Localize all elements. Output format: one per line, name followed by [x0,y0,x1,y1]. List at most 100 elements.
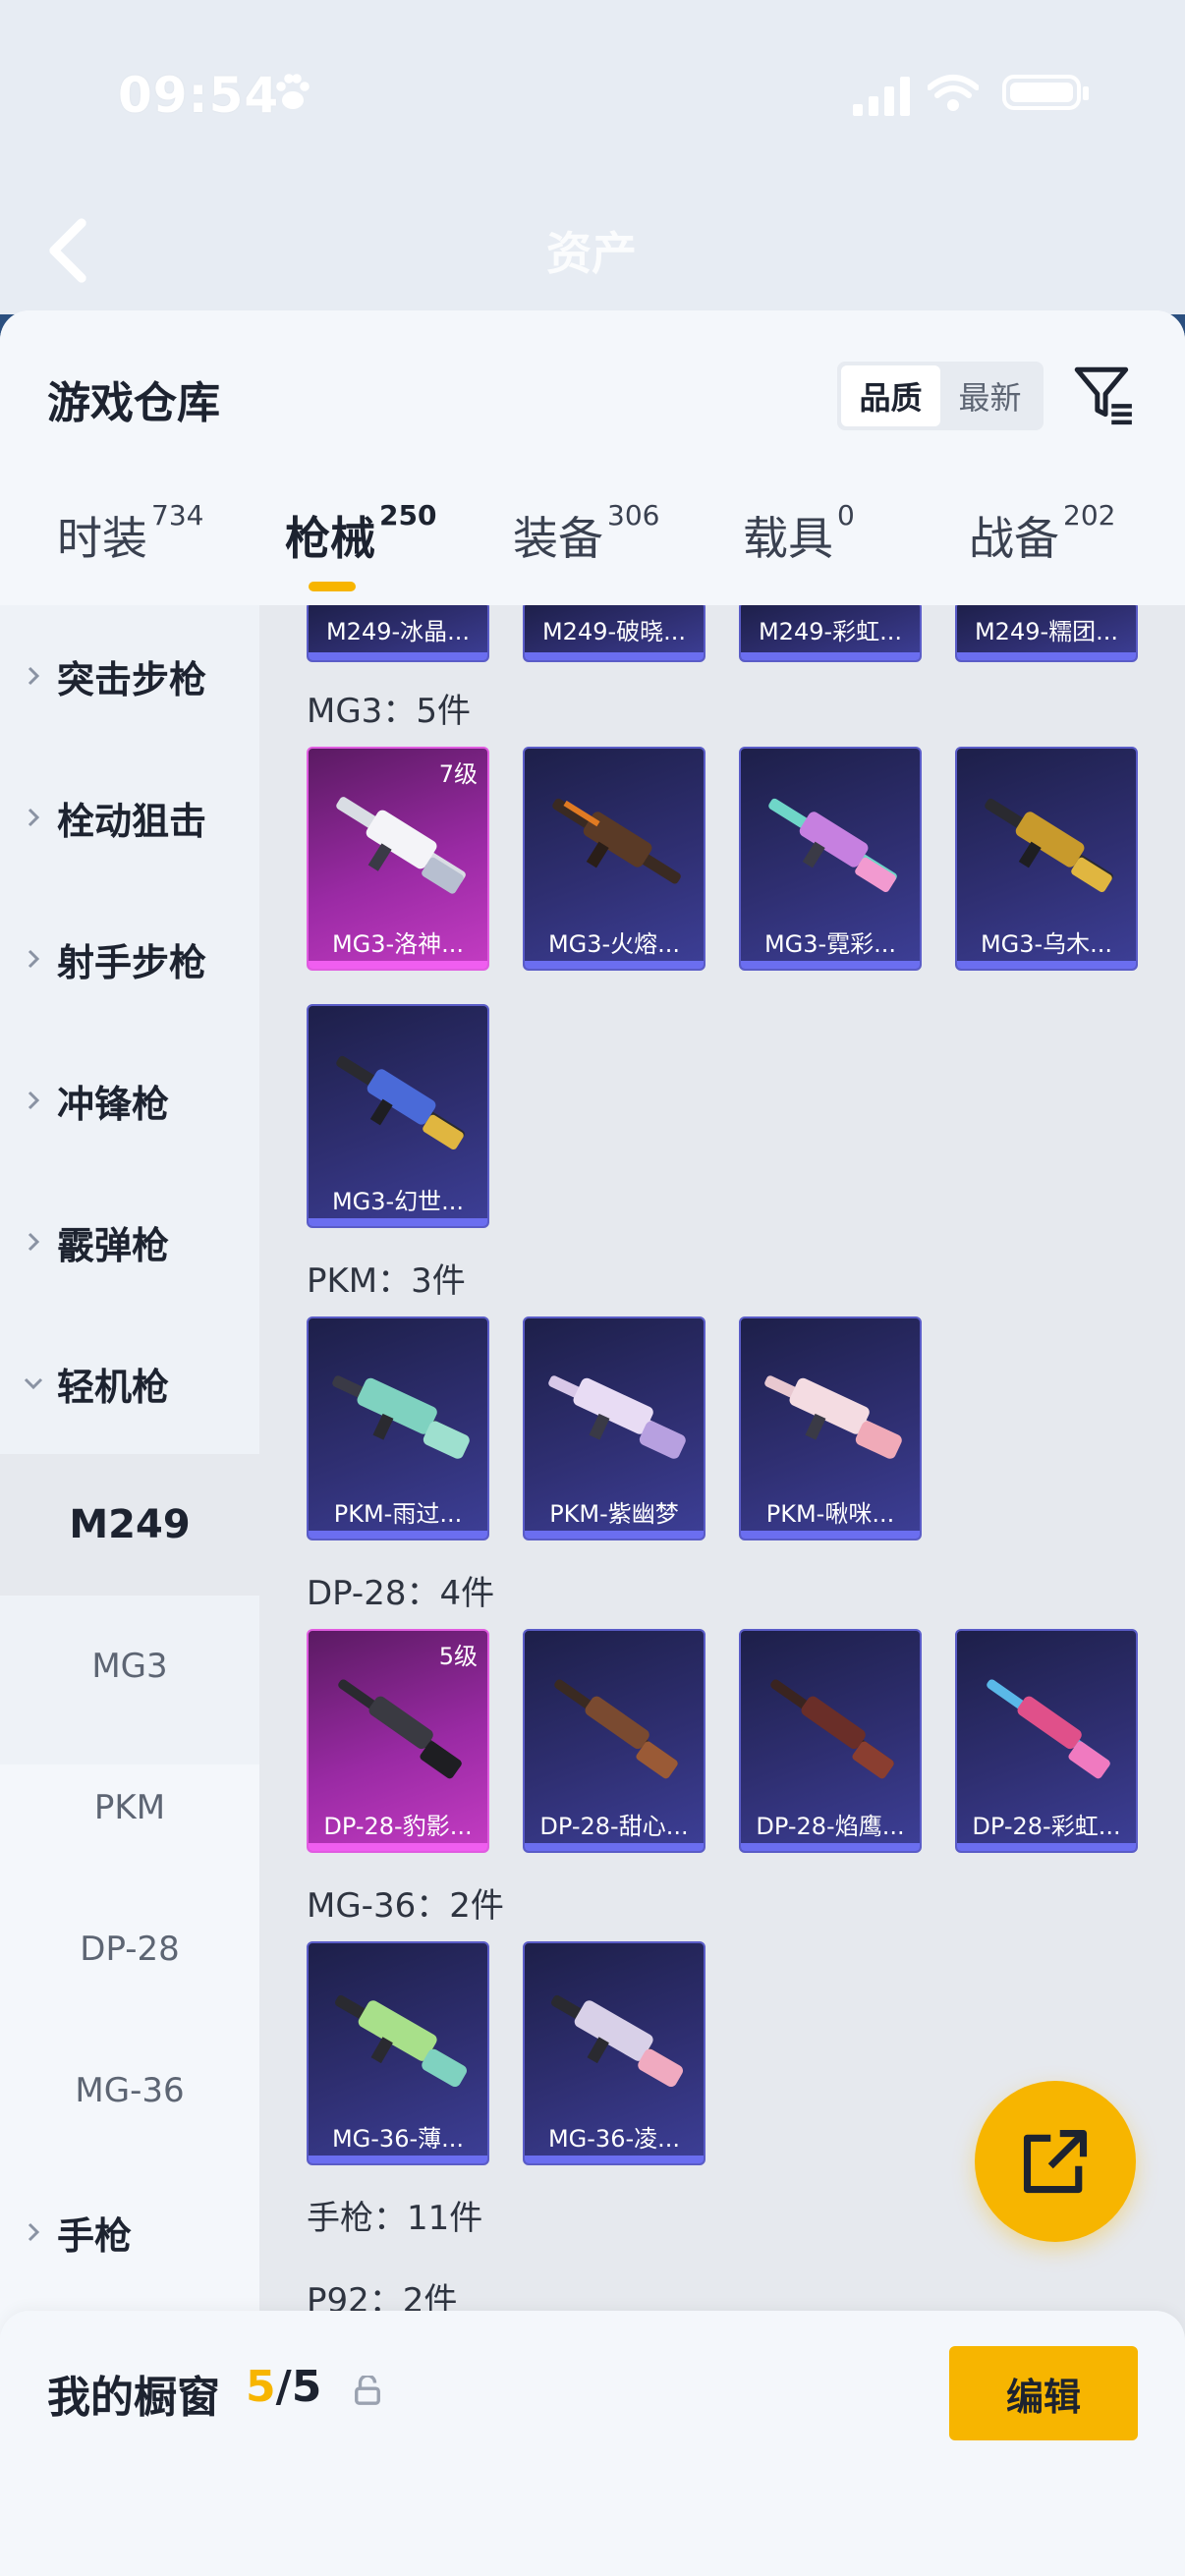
weapon-name: PKM-啾咪... [765,1500,895,1528]
tab-count: 306 [607,499,660,532]
weapon-card[interactable]: MG-36-凌... [523,1941,705,2165]
sidebar-cat-marksman[interactable]: 射手步枪 [0,888,259,1030]
sidebar-sub-dp28[interactable]: DP-28 [0,1878,259,2020]
sidebar-cat-label: 手枪 [57,2213,133,2258]
share-button[interactable] [975,2081,1136,2242]
weapon-name: DP-28-彩虹... [972,1813,1121,1840]
filter-icon[interactable] [1071,362,1136,426]
showcase-total: 5 [291,2362,322,2412]
sort-toggle: 品质 最新 [837,362,1044,430]
gun-icon [332,1375,470,1459]
gun-icon [554,1679,678,1779]
group-label-pistol: 手枪：11件 [307,2199,483,2238]
back-icon[interactable] [43,216,92,285]
rarity-bar [741,1843,920,1851]
sidebar-cat-bolt[interactable]: 栓动狙击 [0,747,259,888]
tab-count: 202 [1063,499,1116,532]
rarity-bar [309,2156,487,2163]
weapon-name: MG-36-薄... [331,2125,465,2153]
weapon-card[interactable]: 5级 DP-28-豹影... [307,1629,489,1853]
weapon-card[interactable]: DP-28-焰鹰... [739,1629,922,1853]
sidebar-cat-shotgun[interactable]: 霰弹枪 [0,1171,259,1313]
weapon-card[interactable]: PKM-雨过... [307,1316,489,1540]
warehouse-sheet: 游戏仓库 品质 最新 时装 734 枪械 250 装备 306 载具 0 战备 202 突… [0,310,1185,2576]
tab-count: 734 [151,499,204,532]
sort-quality[interactable]: 品质 [841,365,940,426]
status-bar: 09:54 [0,59,1185,138]
gun-icon [338,1679,462,1779]
sidebar-sub-mg3[interactable]: MG3 [0,1596,259,1737]
weapon-card[interactable]: MG3-乌木... [955,747,1138,971]
wifi-icon [928,75,979,111]
edit-button[interactable]: 编辑 [949,2346,1138,2440]
group-label-mg36: MG-36：2件 [307,1886,504,1926]
sidebar-cat-smg[interactable]: 冲锋枪 [0,1030,259,1171]
sidebar-cat-label: 霰弹枪 [57,1223,170,1267]
weapon-card[interactable]: PKM-紫幽梦 [523,1316,705,1540]
rarity-bar [309,961,487,969]
chevron-right-icon [28,949,40,969]
tab-vehicles[interactable]: 载具 0 [743,499,855,568]
sort-newest[interactable]: 最新 [940,365,1040,426]
showcase-label: 我的橱窗 [47,2373,220,2423]
sidebar-cat-label: 轻机枪 [57,1365,170,1409]
group-label-mg3: MG3：5件 [307,692,471,731]
sidebar-cat-label: 突击步枪 [57,657,207,701]
rarity-bar [309,652,487,660]
rarity-bar [309,1531,487,1539]
sidebar-cat-assault[interactable]: 突击步枪 [0,605,259,747]
share-icon [1023,2129,1088,2194]
weapon-card[interactable]: DP-28-彩虹... [955,1629,1138,1853]
tab-supplies[interactable]: 战备 202 [969,499,1115,568]
weapon-card[interactable]: MG3-火熔... [523,747,705,971]
weapon-name: DP-28-豹影... [323,1813,473,1840]
rarity-bar [957,652,1136,660]
sidebar-sub-mg36[interactable]: MG-36 [0,2020,259,2161]
weapon-card[interactable]: MG-36-薄... [307,1941,489,2165]
gun-icon [336,797,466,894]
tab-label: 装备 [513,512,603,565]
weapon-name: MG3-洛神... [331,930,465,958]
gun-icon [552,798,681,884]
rarity-bar [957,1843,1136,1851]
weapon-card[interactable]: M249-冰晶... [307,605,489,662]
sidebar-cat-pistol[interactable]: 手枪 [0,2161,259,2303]
weapon-card[interactable]: MG3-幻世... [307,1004,489,1228]
showcase-current: 5 [246,2362,276,2412]
sidebar-sub-pkm[interactable]: PKM [0,1737,259,1878]
weapon-name: M249-破晓... [541,618,687,645]
rarity-bar [525,1531,704,1539]
sidebar-cat-lmg[interactable]: 轻机枪 [0,1313,259,1454]
rarity-bar [525,2156,704,2163]
weapon-card[interactable]: DP-28-甜心... [523,1629,705,1853]
weapon-card[interactable]: M249-彩虹... [739,605,922,662]
weapon-card[interactable]: M249-糯团... [955,605,1138,662]
weapon-name: MG3-霓彩... [763,930,897,958]
tab-fashion[interactable]: 时装 734 [57,499,203,568]
gun-icon [987,1679,1110,1779]
rarity-bar [741,961,920,969]
weapon-card[interactable]: PKM-啾咪... [739,1316,922,1540]
tab-label: 战备 [969,512,1059,565]
tab-equipment[interactable]: 装备 306 [513,499,659,568]
status-time: 09:54 [118,67,280,124]
gun-icon [985,798,1113,892]
category-tabs: 时装 734 枪械 250 装备 306 载具 0 战备 202 [0,499,1185,591]
weapon-card[interactable]: MG3-霓彩... [739,747,922,971]
warehouse-header: 游戏仓库 品质 最新 时装 734 枪械 250 装备 306 载具 0 战备 202 [0,310,1185,605]
showcase-panel: 我的橱窗 5/5 编辑 [0,2311,1185,2576]
battery-icon [1002,75,1089,110]
weapon-card[interactable]: M249-破晓... [523,605,705,662]
sidebar-sub-m249[interactable]: M249 [0,1454,259,1596]
rarity-bar [957,961,1136,969]
sidebar-cat-label: 栓动狙击 [57,799,207,843]
weapon-name: M249-冰晶... [325,618,471,645]
rarity-bar [741,1531,920,1539]
weapon-card[interactable]: 7级 MG3-洛神... [307,747,489,971]
chevron-right-icon [28,1091,40,1110]
group-label-dp28: DP-28：4件 [307,1574,495,1613]
tab-guns[interactable]: 枪械 250 [285,499,436,568]
weapon-name: MG3-乌木... [980,930,1113,958]
rarity-bar [309,1218,487,1226]
tab-label: 枪械 [285,512,375,565]
